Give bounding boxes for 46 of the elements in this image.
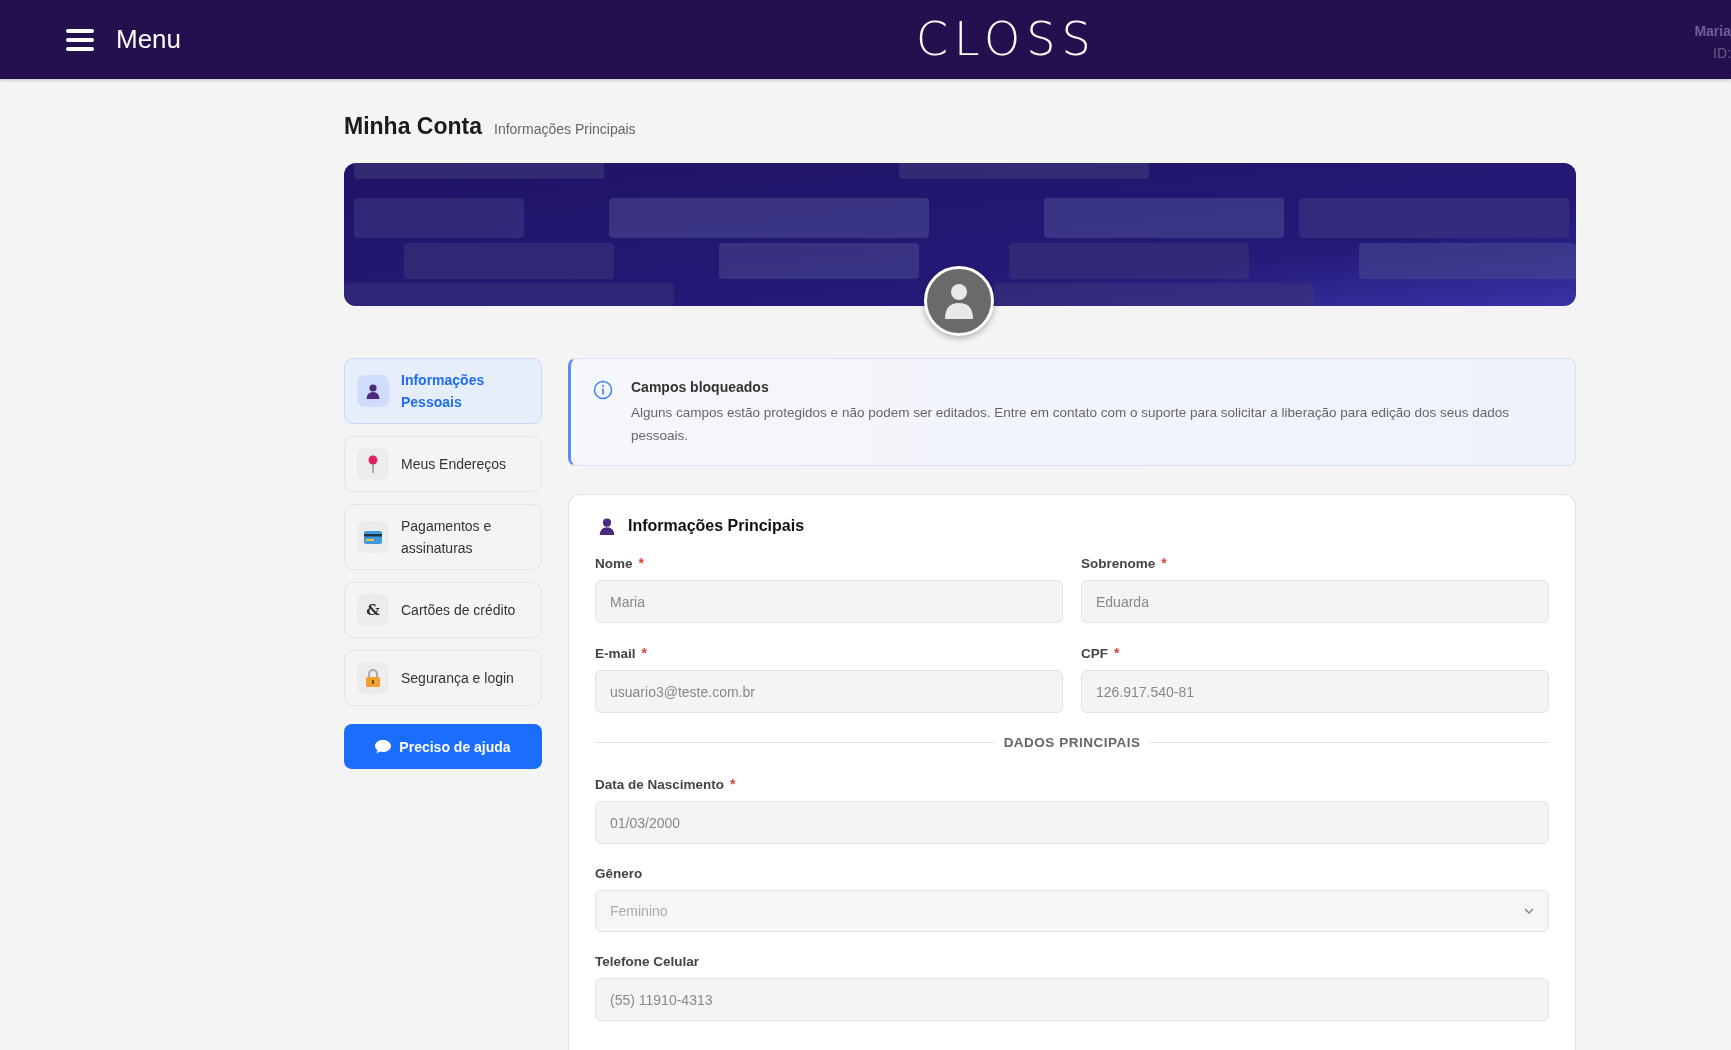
user-id: ID: bbox=[1713, 44, 1731, 63]
logo: CLOSS bbox=[916, 14, 1097, 64]
field-label: CPF bbox=[1081, 646, 1108, 661]
sidebar-item[interactable]: & Cartões de crédito bbox=[344, 582, 542, 638]
person-icon bbox=[365, 383, 381, 399]
input-field[interactable]: Eduarda bbox=[1081, 580, 1549, 623]
input-field[interactable]: 01/03/2000 bbox=[595, 801, 1549, 844]
sidebar-item[interactable]: Informações Pessoais bbox=[344, 358, 542, 424]
pin-icon bbox=[367, 455, 379, 473]
select-field[interactable]: Feminino bbox=[595, 890, 1549, 932]
required-mark: * bbox=[641, 645, 647, 661]
user-name: Maria bbox=[1694, 22, 1731, 41]
chevron-icon bbox=[1524, 908, 1534, 914]
sidebar-item[interactable]: Pagamentos e assinaturas bbox=[344, 504, 542, 570]
sidebar-item[interactable]: Meus Endereços bbox=[344, 436, 542, 492]
field-label: Data de Nascimento bbox=[595, 777, 725, 792]
menu-button[interactable]: Menu bbox=[66, 24, 182, 55]
person-icon bbox=[598, 517, 616, 535]
avatar bbox=[924, 266, 994, 336]
field-label: Sobrenome bbox=[1081, 556, 1156, 571]
section-title: Informações Principais bbox=[628, 517, 805, 535]
page-subtitle: Informações Principais bbox=[494, 121, 636, 137]
required-mark: * bbox=[638, 555, 644, 571]
ampersand-icon: & bbox=[366, 601, 380, 619]
input-field[interactable]: 126.917.540-81 bbox=[1081, 670, 1549, 713]
credit-card-icon bbox=[364, 530, 382, 544]
page-title: Minha Conta bbox=[344, 113, 482, 140]
lock-icon bbox=[365, 669, 381, 687]
menu-icon bbox=[66, 27, 94, 52]
required-mark: * bbox=[1114, 645, 1120, 661]
required-mark: * bbox=[730, 776, 736, 792]
info-icon bbox=[593, 380, 613, 400]
notice-text: Alguns campos estão protegidos e não podem ser editados. Entre em contato com o suporte para solicitar a liberação para edição dos seus dados pessoais. bbox=[631, 404, 1511, 445]
field-label: E-mail bbox=[595, 646, 636, 661]
input-field[interactable]: usuario3@teste.com.br bbox=[595, 670, 1063, 713]
notice-title: Campos bloqueados bbox=[631, 379, 770, 395]
field-label: Nome bbox=[595, 556, 633, 571]
sidebar-item[interactable]: Segurança e login bbox=[344, 650, 542, 706]
field-label: Telefone Celular bbox=[595, 954, 700, 969]
input-field[interactable]: (55) 11910-4313 bbox=[595, 978, 1549, 1021]
chat-icon bbox=[375, 739, 392, 754]
required-mark: * bbox=[1161, 555, 1167, 571]
section-divider-label: DADOS PRINCIPAIS bbox=[1003, 735, 1141, 750]
help-button[interactable]: Preciso de ajuda bbox=[344, 724, 542, 769]
field-label: Gênero bbox=[595, 866, 643, 881]
input-field[interactable]: Maria bbox=[595, 580, 1063, 623]
